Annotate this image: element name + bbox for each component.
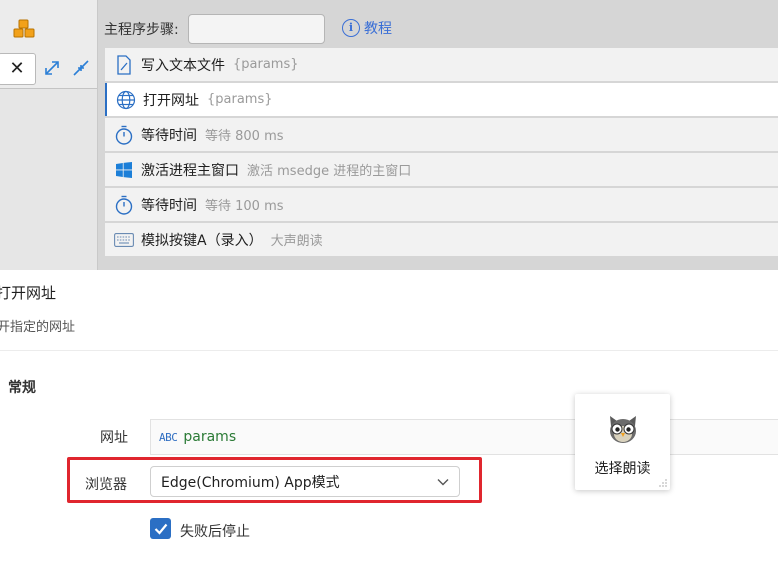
step-desc: 等待 800 ms [205, 129, 284, 144]
stop-on-fail-label: 失败后停止 [180, 524, 250, 540]
timer-icon [113, 194, 135, 216]
step-desc: 等待 100 ms [205, 199, 284, 214]
step-desc: {params} [233, 57, 299, 72]
timer-icon [113, 124, 135, 146]
tutorial-link[interactable]: i 教程 [342, 18, 392, 38]
keyboard-icon [113, 229, 135, 251]
url-value: params [183, 429, 237, 445]
resize-grip-icon[interactable] [658, 478, 668, 488]
text-type-tag: ABC [159, 430, 178, 444]
left-panel: ✕ [0, 0, 98, 270]
read-aloud-label: 选择朗读 [594, 461, 651, 477]
panel-divider [0, 350, 778, 351]
step-name: 写入文本文件 [141, 57, 225, 74]
editor-top-region: ✕ 主程序步骤: i 教程 写入文本文件 {params} 打开网址 {para… [0, 0, 778, 270]
collapse-icon[interactable] [72, 59, 90, 77]
info-icon: i [342, 19, 360, 37]
browser-select[interactable]: Edge(Chromium) App模式 [150, 466, 460, 497]
browser-value: Edge(Chromium) App模式 [161, 474, 340, 491]
section-general: 常规 [8, 380, 36, 396]
url-field[interactable]: ABC params [150, 419, 778, 455]
step-desc: 大声朗读 [270, 234, 323, 249]
step-name: 等待时间 [141, 127, 197, 144]
url-label: 网址 [100, 430, 128, 446]
step-desc: 激活 msedge 进程的主窗口 [247, 164, 412, 179]
step-row[interactable]: 等待时间 等待 800 ms [105, 118, 778, 151]
step-desc: {params} [207, 92, 273, 107]
main-steps-input[interactable] [188, 14, 325, 44]
step-name: 打开网址 [143, 92, 199, 109]
step-name: 模拟按键A（录入） [141, 232, 263, 249]
owl-icon [610, 416, 636, 443]
step-row[interactable]: 写入文本文件 {params} [105, 48, 778, 81]
globe-icon [115, 89, 137, 111]
panel-title: 打开网址 [0, 284, 57, 302]
panel-subtitle: 开指定的网址 [0, 320, 76, 335]
step-row[interactable]: 等待时间 等待 100 ms [105, 188, 778, 221]
windows-icon [113, 159, 135, 181]
main-steps-label: 主程序步骤: [104, 22, 179, 38]
browser-label: 浏览器 [85, 477, 127, 493]
file-edit-icon [113, 54, 135, 76]
checkmark-icon [154, 523, 167, 535]
step-row-selected[interactable]: 打开网址 {params} [105, 83, 778, 116]
step-row[interactable]: 激活进程主窗口 激活 msedge 进程的主窗口 [105, 153, 778, 186]
cubes-icon[interactable] [12, 18, 36, 40]
expand-icon[interactable] [43, 59, 61, 77]
read-aloud-popup[interactable]: 选择朗读 [575, 394, 670, 490]
step-row[interactable]: 模拟按键A（录入） 大声朗读 [105, 223, 778, 256]
close-icon: ✕ [9, 58, 25, 79]
close-button[interactable]: ✕ [0, 53, 36, 85]
stop-on-fail-checkbox[interactable] [150, 518, 171, 539]
chevron-down-icon [437, 478, 449, 485]
step-name: 激活进程主窗口 [141, 162, 239, 179]
tutorial-label: 教程 [364, 21, 392, 37]
left-panel-divider [0, 88, 97, 89]
step-name: 等待时间 [141, 197, 197, 214]
